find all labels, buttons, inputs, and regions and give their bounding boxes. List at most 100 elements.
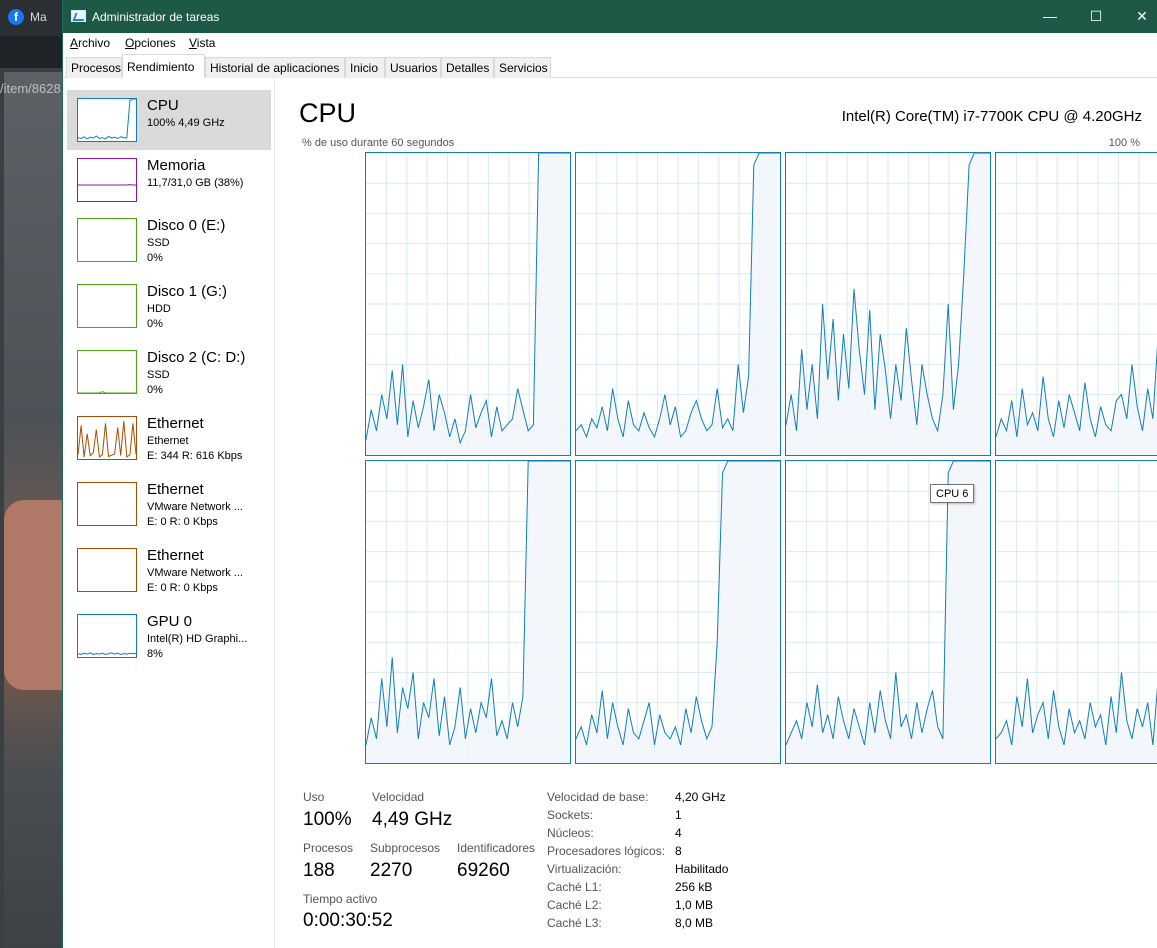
cpu-graph-5[interactable] [575, 460, 781, 764]
tab-historial[interactable]: Historial de aplicaciones [205, 57, 345, 78]
sidebar-thumbnail-memoria [77, 158, 137, 202]
cpu-graph-3[interactable] [995, 152, 1157, 456]
sidebar-item-title: CPU [147, 97, 179, 114]
sidebar-item-title: GPU 0 [147, 613, 193, 630]
sidebar-thumbnail-ethernet3 [77, 548, 137, 592]
sidebar-thumbnail-cpu [77, 98, 137, 142]
sidebar-item-value: E: 0 R: 0 Kbps [147, 516, 218, 528]
sidebar-thumbnail-disco1 [77, 284, 137, 328]
sidebar-item-value: 0% [147, 252, 163, 264]
graph-max-label: 100 % [1108, 137, 1140, 149]
task-manager-icon [71, 10, 86, 22]
tab-procesos[interactable]: Procesos [66, 57, 122, 78]
cpu-panel: CPU Intel(R) Core(TM) i7-7700K CPU @ 4.2… [276, 78, 1157, 948]
facebook-icon: f [8, 9, 24, 25]
sidebar-thumbnail-disco0 [77, 218, 137, 262]
browser-tabstrip[interactable]: f Ma [0, 0, 62, 36]
cpu-model-name: Intel(R) Core(TM) i7-7700K CPU @ 4.20GHz [841, 108, 1142, 125]
sidebar-item-ethernet2[interactable]: Ethernet VMware Network ... E: 0 R: 0 Kbps [67, 474, 271, 534]
tab-inicio[interactable]: Inicio [345, 57, 385, 78]
cpu-graph-2[interactable] [785, 152, 991, 456]
stat-subprocesos-value: 2270 [370, 860, 413, 881]
background-window: f Ma /item/8628 [0, 0, 62, 948]
menu-archivo[interactable]: Archivo [70, 36, 110, 50]
sidebar-item-disco2[interactable]: Disco 2 (C: D:) SSD 0% [67, 342, 271, 402]
sidebar-item-title: Ethernet [147, 481, 204, 498]
spec-label: Sockets: [547, 808, 594, 822]
sparkline-ethernet1 [77, 421, 137, 458]
sidebar-item-gpu0[interactable]: GPU 0 Intel(R) HD Graphi... 8% [67, 606, 271, 666]
tab-servicios[interactable]: Servicios [494, 57, 551, 78]
spec-label: Velocidad de base: [547, 790, 649, 804]
spec-value: Habilitado [675, 862, 729, 876]
cpu-tooltip: CPU 6 [930, 484, 974, 503]
minimize-button[interactable]: — [1027, 0, 1073, 33]
menu-bar: Archivo Opciones Vista [63, 33, 1157, 53]
spec-value: 4 [675, 826, 682, 840]
stat-uso-value: 100% [303, 809, 352, 830]
sidebar-thumbnail-ethernet1 [77, 416, 137, 460]
spec-label: Núcleos: [547, 826, 594, 840]
page-title: CPU [299, 98, 357, 128]
stat-uso-label: Uso [303, 790, 325, 804]
cpu-graph-0[interactable] [365, 152, 571, 456]
sidebar-item-title: Disco 1 (G:) [147, 283, 228, 300]
tab-detalles[interactable]: Detalles [441, 57, 494, 78]
spec-label: Virtualización: [547, 862, 622, 876]
stat-subprocesos-label: Subprocesos [370, 841, 441, 855]
stat-procesos-label: Procesos [303, 841, 354, 855]
sidebar-item-detail: SSD [147, 237, 170, 249]
close-button[interactable]: ✕ [1119, 0, 1157, 33]
maximize-button[interactable]: ☐ [1073, 0, 1119, 33]
cpu-graph-4[interactable] [365, 460, 571, 764]
cpu-graph-6[interactable] [785, 460, 991, 764]
maximize-icon: ☐ [1089, 8, 1103, 24]
sidebar-thumbnail-disco2 [77, 350, 137, 394]
cpu-graph-1[interactable] [575, 152, 781, 456]
tab-usuarios[interactable]: Usuarios [385, 57, 441, 78]
sidebar-item-value: E: 344 R: 616 Kbps [147, 450, 243, 462]
stat-identificadores-value: 69260 [457, 860, 510, 881]
spec-value: 8 [675, 844, 682, 858]
stat-velocidad-value: 4,49 GHz [372, 809, 453, 830]
sidebar-item-ethernet1[interactable]: Ethernet Ethernet E: 344 R: 616 Kbps [67, 408, 271, 468]
background-photo-detail [4, 500, 62, 690]
sidebar-thumbnail-ethernet2 [77, 482, 137, 526]
sidebar-item-cpu[interactable]: CPU 100% 4,49 GHz [67, 90, 271, 150]
sidebar-item-disco0[interactable]: Disco 0 (E:) SSD 0% [67, 210, 271, 270]
spec-label: Caché L1: [547, 880, 602, 894]
stat-identificadores-label: Identificadores [457, 841, 536, 855]
sidebar-item-title: Memoria [147, 157, 206, 174]
stat-velocidad-label: Velocidad [372, 790, 425, 804]
stat-procesos-value: 188 [303, 860, 335, 881]
title-bar[interactable]: Administrador de tareas — ☐ ✕ [63, 0, 1157, 33]
sidebar-item-title: Disco 2 (C: D:) [147, 349, 246, 366]
stat-tiempo-label: Tiempo activo [303, 892, 378, 906]
cpu-graph-7[interactable] [995, 460, 1157, 764]
spec-value: 256 kB [675, 880, 713, 894]
spec-value: 8,0 MB [675, 916, 714, 930]
window-title: Administrador de tareas [92, 10, 220, 24]
menu-vista[interactable]: Vista [189, 36, 215, 50]
sidebar-item-detail: Intel(R) HD Graphi... [147, 633, 248, 645]
sidebar-item-memoria[interactable]: Memoria 11,7/31,0 GB (38%) [67, 150, 271, 210]
spec-label: Procesadores lógicos: [547, 844, 666, 858]
spec-value: 1,0 MB [675, 898, 714, 912]
sparkline-disco2 [78, 391, 136, 394]
sidebar-item-detail: HDD [147, 303, 171, 315]
resource-sidebar: CPU 100% 4,49 GHz Memoria 11,7/31,0 GB (38%… [63, 78, 275, 948]
sidebar-item-title: Disco 0 (E:) [147, 217, 226, 234]
browser-tab-label[interactable]: Ma [30, 10, 47, 24]
task-manager-window: Administrador de tareas — ☐ ✕ Archivo Op… [62, 0, 1157, 948]
spec-value: 4,20 GHz [675, 790, 726, 804]
browser-address-text: /item/8628 [0, 81, 61, 96]
sidebar-item-value: 0% [147, 318, 163, 330]
sidebar-item-detail: 11,7/31,0 GB (38%) [147, 177, 244, 189]
sidebar-item-ethernet3[interactable]: Ethernet VMware Network ... E: 0 R: 0 Kbps [67, 540, 271, 600]
stat-tiempo-value: 0:00:30:52 [303, 910, 393, 931]
browser-address-bar[interactable]: /item/8628 [0, 36, 62, 96]
menu-opciones[interactable]: Opciones [125, 36, 176, 50]
sidebar-item-title: Ethernet [147, 415, 204, 432]
tab-rendimiento[interactable]: Rendimiento [122, 54, 205, 78]
sidebar-item-disco1[interactable]: Disco 1 (G:) HDD 0% [67, 276, 271, 336]
